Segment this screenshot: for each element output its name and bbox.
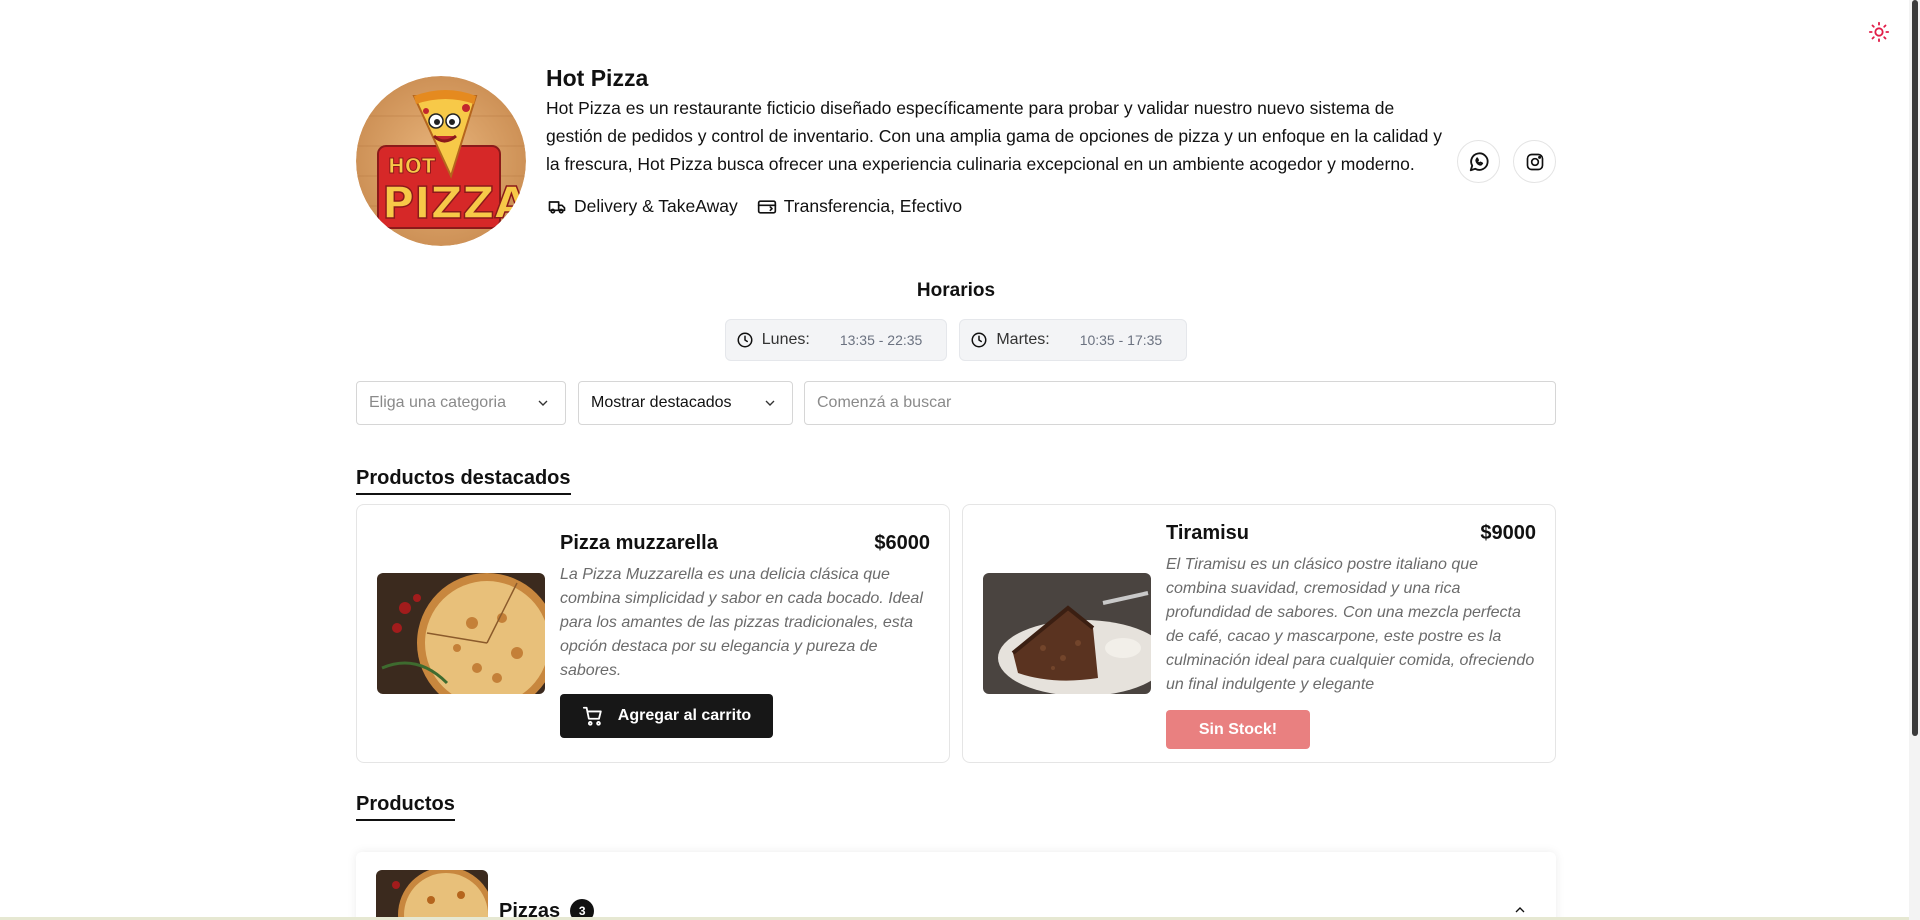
delivery-info: Delivery & TakeAway [546, 196, 738, 217]
product-description: El Tiramisu es un clásico postre italian… [1166, 556, 1535, 693]
chevron-down-icon [538, 400, 548, 406]
category-accordion-pizzas[interactable]: Pizzas 3 [356, 852, 1556, 920]
schedule-day: Lunes: [761, 331, 810, 348]
clock-icon [971, 332, 987, 348]
search-input[interactable] [804, 381, 1556, 425]
product-price: $6000 [874, 532, 930, 554]
product-body: Tiramisu $9000 El Tiramisu es un clásico… [1166, 522, 1536, 749]
schedule-time: 13:35 - 22:35 [839, 332, 923, 348]
horarios-title: Horarios [916, 280, 996, 301]
product-name: Pizza muzzarella [560, 532, 718, 554]
schedule-day: Martes: [996, 331, 1050, 348]
featured-select[interactable]: Mostrar destacados [578, 381, 793, 425]
whatsapp-button[interactable] [1457, 140, 1500, 183]
category-image [376, 870, 488, 920]
svg-text:PIZZA: PIZZA [382, 178, 526, 229]
instagram-button[interactable] [1513, 140, 1556, 183]
clock-icon [737, 332, 753, 348]
products-section-title: Productos [356, 793, 455, 821]
add-to-cart-label: Agregar al carrito [617, 707, 752, 724]
product-header: Tiramisu $9000 [1166, 522, 1536, 545]
product-image [377, 573, 545, 694]
product-card[interactable]: Pizza muzzarella $6000 La Pizza Muzzarel… [356, 504, 950, 763]
schedule-chip: Lunes: 13:35 - 22:35 [724, 319, 948, 361]
product-name: Tiramisu [1166, 522, 1249, 544]
category-select-placeholder: Eliga una categoria [369, 394, 506, 411]
credit-card-icon [757, 199, 776, 214]
schedule-time: 10:35 - 17:35 [1079, 332, 1163, 348]
whatsapp-icon [1469, 151, 1489, 171]
payment-label: Transferencia, Efectivo [783, 196, 963, 216]
svg-text:HOT: HOT [388, 154, 436, 178]
filters-bar: Eliga una categoria Mostrar destacados [356, 381, 1556, 425]
restaurant-description: Hot Pizza es un restaurante ficticio dis… [546, 98, 1443, 174]
product-image [983, 573, 1151, 694]
add-to-cart-button[interactable]: Agregar al carrito [560, 694, 773, 738]
restaurant-name: Hot Pizza [546, 65, 649, 91]
restaurant-info: Hot Pizza Hot Pizza es un restaurante fi… [546, 62, 1446, 217]
featured-section-title: Productos destacados [356, 467, 571, 495]
cart-icon [582, 706, 602, 726]
product-description: La Pizza Muzzarella es una delicia clási… [560, 566, 923, 679]
sun-icon [1868, 21, 1890, 43]
product-price: $9000 [1480, 522, 1536, 544]
product-body: Pizza muzzarella $6000 La Pizza Muzzarel… [560, 532, 930, 738]
chevron-up-icon[interactable] [1512, 902, 1528, 918]
no-stock-button[interactable]: Sin Stock! [1166, 710, 1310, 749]
instagram-icon [1526, 153, 1543, 170]
chevron-down-icon [765, 400, 775, 406]
featured-select-value: Mostrar destacados [591, 394, 732, 411]
page-scrollbar[interactable] [1909, 0, 1920, 920]
restaurant-logo: HOT PIZZA [356, 76, 526, 246]
category-select[interactable]: Eliga una categoria [356, 381, 566, 425]
restaurant-meta: Delivery & TakeAway Transferencia, Efect… [546, 196, 1446, 217]
payment-info: Transferencia, Efectivo [756, 196, 962, 217]
delivery-label: Delivery & TakeAway [574, 196, 738, 216]
product-header: Pizza muzzarella $6000 [560, 532, 930, 555]
truck-icon [548, 200, 566, 214]
restaurant-header: HOT PIZZA Hot Pizza Hot Pizza es un rest… [356, 62, 1556, 262]
product-card[interactable]: Tiramisu $9000 El Tiramisu es un clásico… [962, 504, 1556, 763]
scrollbar-thumb[interactable] [1912, 0, 1918, 736]
theme-toggle-button[interactable] [1865, 18, 1893, 46]
horarios-list: Lunes: 13:35 - 22:35 Martes: 10:35 - 17:… [356, 319, 1556, 361]
schedule-chip: Martes: 10:35 - 17:35 [959, 319, 1188, 361]
